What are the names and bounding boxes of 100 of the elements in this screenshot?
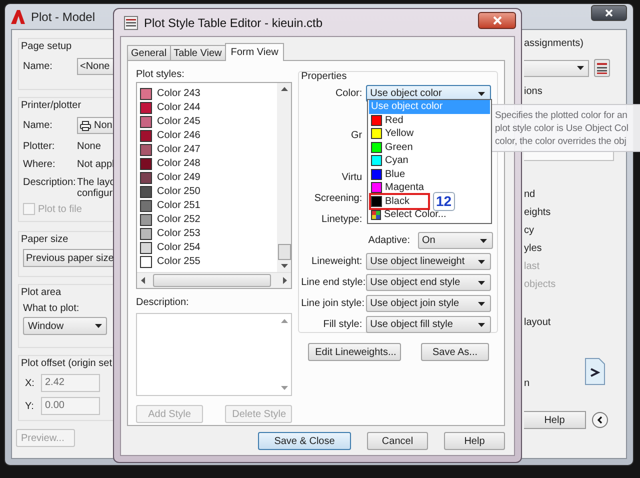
dropdown[interactable]: On [418,232,493,249]
dialog-button[interactable]: Help [444,432,505,450]
field-label: Lineweight: [310,256,362,267]
horizontal-scrollbar[interactable] [137,272,292,288]
caret-icon [478,302,486,306]
caret-icon [480,238,487,242]
dialog-button[interactable]: Cancel [367,432,428,450]
dropdown-option[interactable]: Blue [385,168,406,180]
paper-size-dropdown[interactable]: Previous paper size [23,249,113,267]
list-item[interactable]: Color 253 [157,228,200,239]
dropdown-option[interactable]: Black [372,196,428,207]
tab[interactable]: Table View [170,45,226,60]
list-item[interactable]: Color 246 [157,130,200,141]
dropdown-option[interactable]: Cyan [385,155,408,166]
option-label: cy [524,225,535,236]
close-button[interactable] [591,5,627,21]
tooltip-text: plot style color is Use Object Col [495,122,630,135]
field-label: What to plot: [23,303,80,314]
dropdown-option[interactable]: Select Color... [384,209,446,220]
list-item[interactable]: Color 255 [157,256,200,267]
plot-style-dropdown[interactable] [524,60,589,76]
option-label: eights [524,207,552,218]
field-label: X: [25,378,36,388]
what-to-plot-dropdown[interactable]: Window [23,317,107,335]
save-as-button[interactable]: Save As... [421,343,489,361]
edit-lineweights-button[interactable]: Edit Lineweights... [308,343,402,361]
field-label: Y: [25,400,35,412]
table-icon [124,16,138,30]
dialog-button[interactable]: Save & Close [258,432,351,450]
dropdown-option[interactable]: Red [385,114,404,126]
name-dropdown[interactable]: <None [77,58,113,75]
group-title: Paper size [21,234,70,245]
dropdown-option[interactable]: Green [385,142,413,153]
tooltip-text: Specifies the plotted color for an [495,109,628,122]
field-label: Color: [334,88,362,99]
app-logo-icon [10,8,26,24]
left-arrow-icon [141,277,145,284]
dropdown[interactable]: Use object end style [366,274,492,291]
group-title: assignments) [524,38,584,49]
scroll-thumb[interactable] [278,244,291,260]
color-palette-icon [371,210,381,220]
document-icon [585,358,605,385]
offset-field[interactable]: 0.00 [41,397,100,415]
list-item[interactable]: Color 250 [157,186,200,197]
caret-icon [577,66,584,70]
list-label: Plot styles: [136,69,186,82]
field-label: Name: [23,120,54,131]
chevron-left-icon [596,416,604,424]
description-field[interactable] [136,313,292,396]
tab[interactable]: Form View [224,43,284,61]
field-label: Linetype: [320,214,362,225]
list-item[interactable]: Color 244 [157,102,200,113]
printer-icon [80,120,91,130]
dropdown[interactable]: Use object lineweight [366,253,492,270]
field-label: Adaptive: [368,235,410,246]
vertical-scrollbar[interactable] [277,83,292,272]
option-label: last [524,261,541,272]
field-value: None [77,141,101,152]
dropdown[interactable]: Use object fill style [366,316,492,333]
option-label: yles [524,243,543,254]
list-item[interactable]: Color 248 [157,158,200,169]
scroll-thumb[interactable] [153,274,272,287]
list-item[interactable]: Color 251 [157,200,200,211]
up-arrow-icon [280,87,288,91]
list-item[interactable]: Color 254 [157,242,200,253]
tooltip-text: color, the color overrides the obj [495,135,628,148]
printer-dropdown[interactable]: Non [77,117,113,134]
dropdown[interactable]: Use object join style [366,295,492,312]
option-label: objects [524,279,557,290]
list-item[interactable]: Color 247 [157,144,200,155]
dropdown-option[interactable]: Magenta [385,182,424,194]
close-button[interactable] [478,12,516,29]
group-title: ions [524,86,544,97]
offset-field[interactable]: 2.42 [41,374,100,392]
right-arrow-icon [283,277,288,284]
field-label: Description: [23,177,77,190]
collapse-button[interactable] [592,412,608,428]
caret-icon [95,324,102,328]
tab[interactable]: General [127,45,171,60]
edit-table-button[interactable] [594,59,610,77]
help-button[interactable]: Help [524,411,586,429]
close-icon [605,9,613,17]
field-label: Virtu [340,172,362,183]
dropdown-option[interactable]: Yellow [385,128,414,140]
list-item[interactable]: Color 245 [157,116,200,127]
down-arrow-icon [280,386,288,390]
field-label: Where: [23,159,56,170]
field-label: Line join style: [301,298,362,309]
down-arrow-icon [280,264,288,268]
window-title: Plot - Model [31,10,96,24]
group-title: Properties [301,71,348,83]
caret-icon [478,92,486,96]
list-item[interactable]: Color 249 [157,172,200,183]
list-item[interactable]: Color 243 [157,88,200,99]
checkbox-label: Plot to file [38,204,82,214]
field-label: Plotter: [23,141,56,152]
group-title: Plot area [21,287,62,298]
list-item[interactable]: Color 252 [157,214,200,225]
caret-icon [478,260,486,264]
field-label: Gr [350,130,362,141]
